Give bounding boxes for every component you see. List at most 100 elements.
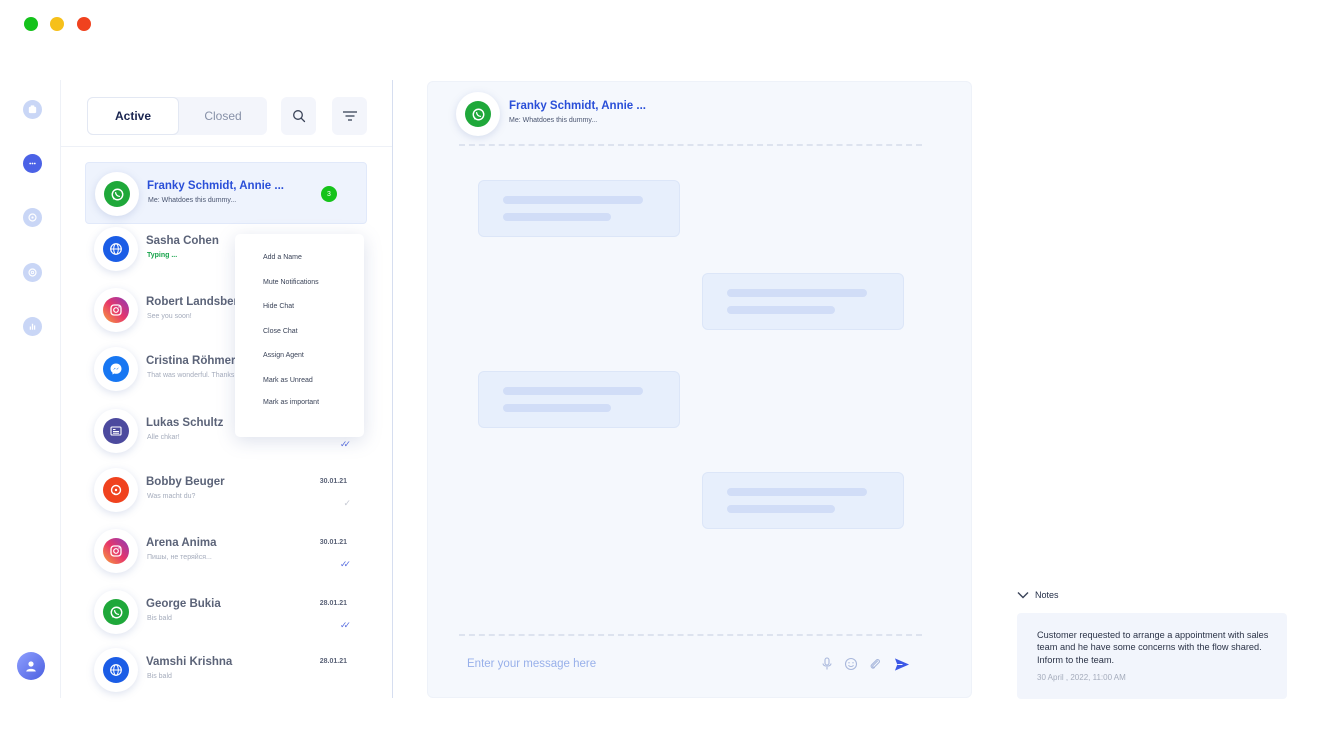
whatsapp-icon [465,101,491,127]
whatsapp-icon[interactable] [23,208,42,227]
notes-toggle[interactable]: Notes [1016,590,1059,600]
live-chat-icon [103,477,129,503]
instagram-icon [103,297,129,323]
chat-last-message: That was wonderful. Thanks [147,372,235,379]
chat-last-message: Typing ... [147,252,178,259]
chat-contact-name: Bobby Beuger [146,476,225,488]
filter-icon [342,111,357,121]
chat-context-menu: Add a Name Mute Notifications Hide Chat … [235,234,364,437]
tab-closed[interactable]: Closed [179,97,267,135]
tabs-divider [61,146,392,147]
sent-check-icon: ✓ [343,498,350,508]
tab-active[interactable]: Active [87,97,179,135]
chat-channel-logo [94,227,138,271]
chat-list-item[interactable]: Franky Schmidt, Annie ... Me: Whatdoes th… [85,162,367,224]
chat-last-message: Bis bald [147,615,172,622]
chat-channel-logo [94,288,138,332]
note-timestamp: 30 April , 2022, 11:00 AM [1037,673,1126,682]
chat-date: 30.01.21 [319,478,347,485]
read-double-check-icon: ✓✓ [339,559,351,569]
chat-channel-logo [94,347,138,391]
chat-contact-name: Sasha Cohen [146,235,219,247]
menu-item-mark-unread[interactable]: Mark as Unread [263,377,313,384]
message-bubble-outgoing [702,472,904,529]
user-avatar[interactable] [17,652,45,680]
chat-contact-name: Lukas Schultz [146,417,224,429]
window-minimize-dot[interactable] [50,17,64,31]
window-maximize-dot[interactable] [77,17,91,31]
menu-item-mute-notifications[interactable]: Mute Notifications [263,279,319,286]
messenger-icon [103,356,129,382]
microphone-icon[interactable] [819,656,835,672]
whatsapp-icon [103,599,129,625]
chat-date: 30.01.21 [319,539,347,546]
attachment-icon[interactable] [867,656,883,672]
chat-icon[interactable] [23,154,42,173]
message-bubble-incoming [478,180,680,237]
chat-last-message: Alle chkar! [147,434,180,441]
chat-last-message: Bis bald [147,673,172,680]
analytics-icon[interactable] [23,317,42,336]
chat-contact-name: George Bukia [146,598,221,610]
chat-list-item[interactable]: George Bukia Bis bald 28.01.21 ✓✓ [85,581,367,643]
instagram-icon [103,538,129,564]
conversation-panel: Franky Schmidt, Annie ... Me: Whatdoes t… [427,81,972,698]
chat-channel-logo [95,172,139,216]
emoji-icon[interactable] [843,656,859,672]
message-bubble-outgoing [702,273,904,330]
chat-channel-logo [94,590,138,634]
chat-list-item[interactable]: Vamshi Krishna Bis bald 28.01.21 [85,639,367,701]
message-bubble-incoming [478,371,680,428]
read-double-check-icon: ✓✓ [339,439,351,449]
chat-contact-name: Vamshi Krishna [146,656,233,668]
chat-contact-name: Arena Anima [146,537,217,549]
settings-icon[interactable] [23,263,42,282]
menu-item-add-name[interactable]: Add a Name [263,254,302,261]
chat-contact-name: Cristina Röhmer [146,355,236,367]
status-tabs: Active Closed [87,97,267,135]
menu-item-hide-chat[interactable]: Hide Chat [263,303,294,310]
chat-last-message: Me: Whatdoes this dummy... [148,197,237,204]
menu-item-mark-important[interactable]: Mark as important [263,399,319,406]
chat-contact-name: Franky Schmidt, Annie ... [147,180,284,192]
globe-icon [103,657,129,683]
send-icon [894,657,910,671]
whatsapp-icon [104,181,130,207]
note-card: Customer requested to arrange a appointm… [1017,613,1287,699]
search-button[interactable] [281,97,316,135]
composer-divider [459,634,922,636]
chat-date: 28.01.21 [319,658,347,665]
chat-list-item[interactable]: Arena Anima Пишы, не теряйся... 30.01.21 ✓✓ [85,520,367,582]
chat-list-item[interactable]: Bobby Beuger Was macht du? 30.01.21 ✓ [85,459,367,521]
send-button[interactable] [894,656,910,672]
list-divider [392,80,393,698]
chat-channel-logo [94,648,138,692]
header-divider [459,144,922,146]
window-close-dot[interactable] [24,17,38,31]
rail-divider [60,80,61,698]
globe-icon [103,236,129,262]
conversation-subtitle: Me: Whatdoes this dummy... [509,117,598,124]
conversation-channel-logo [456,92,500,136]
menu-item-assign-agent[interactable]: Assign Agent [263,352,304,359]
message-input[interactable] [467,658,797,670]
read-double-check-icon: ✓✓ [339,620,351,630]
chat-date: 28.01.21 [319,600,347,607]
note-text: Customer requested to arrange a appointm… [1037,630,1269,665]
user-icon [26,661,36,672]
unread-count-badge: 3 [321,186,337,202]
chat-channel-logo [94,529,138,573]
conversation-title: Franky Schmidt, Annie ... [509,100,646,112]
chevron-down-icon [1017,592,1029,599]
chat-channel-logo [94,409,138,453]
notes-heading: Notes [1035,590,1059,600]
chat-last-message: See you soon! [147,313,192,320]
filter-button[interactable] [332,97,367,135]
chat-last-message: Пишы, не теряйся... [147,554,212,561]
menu-item-close-chat[interactable]: Close Chat [263,328,298,335]
form-icon [103,418,129,444]
inbox-icon[interactable] [23,100,42,119]
search-icon [292,110,305,123]
chat-last-message: Was macht du? [147,493,196,500]
chat-channel-logo [94,468,138,512]
